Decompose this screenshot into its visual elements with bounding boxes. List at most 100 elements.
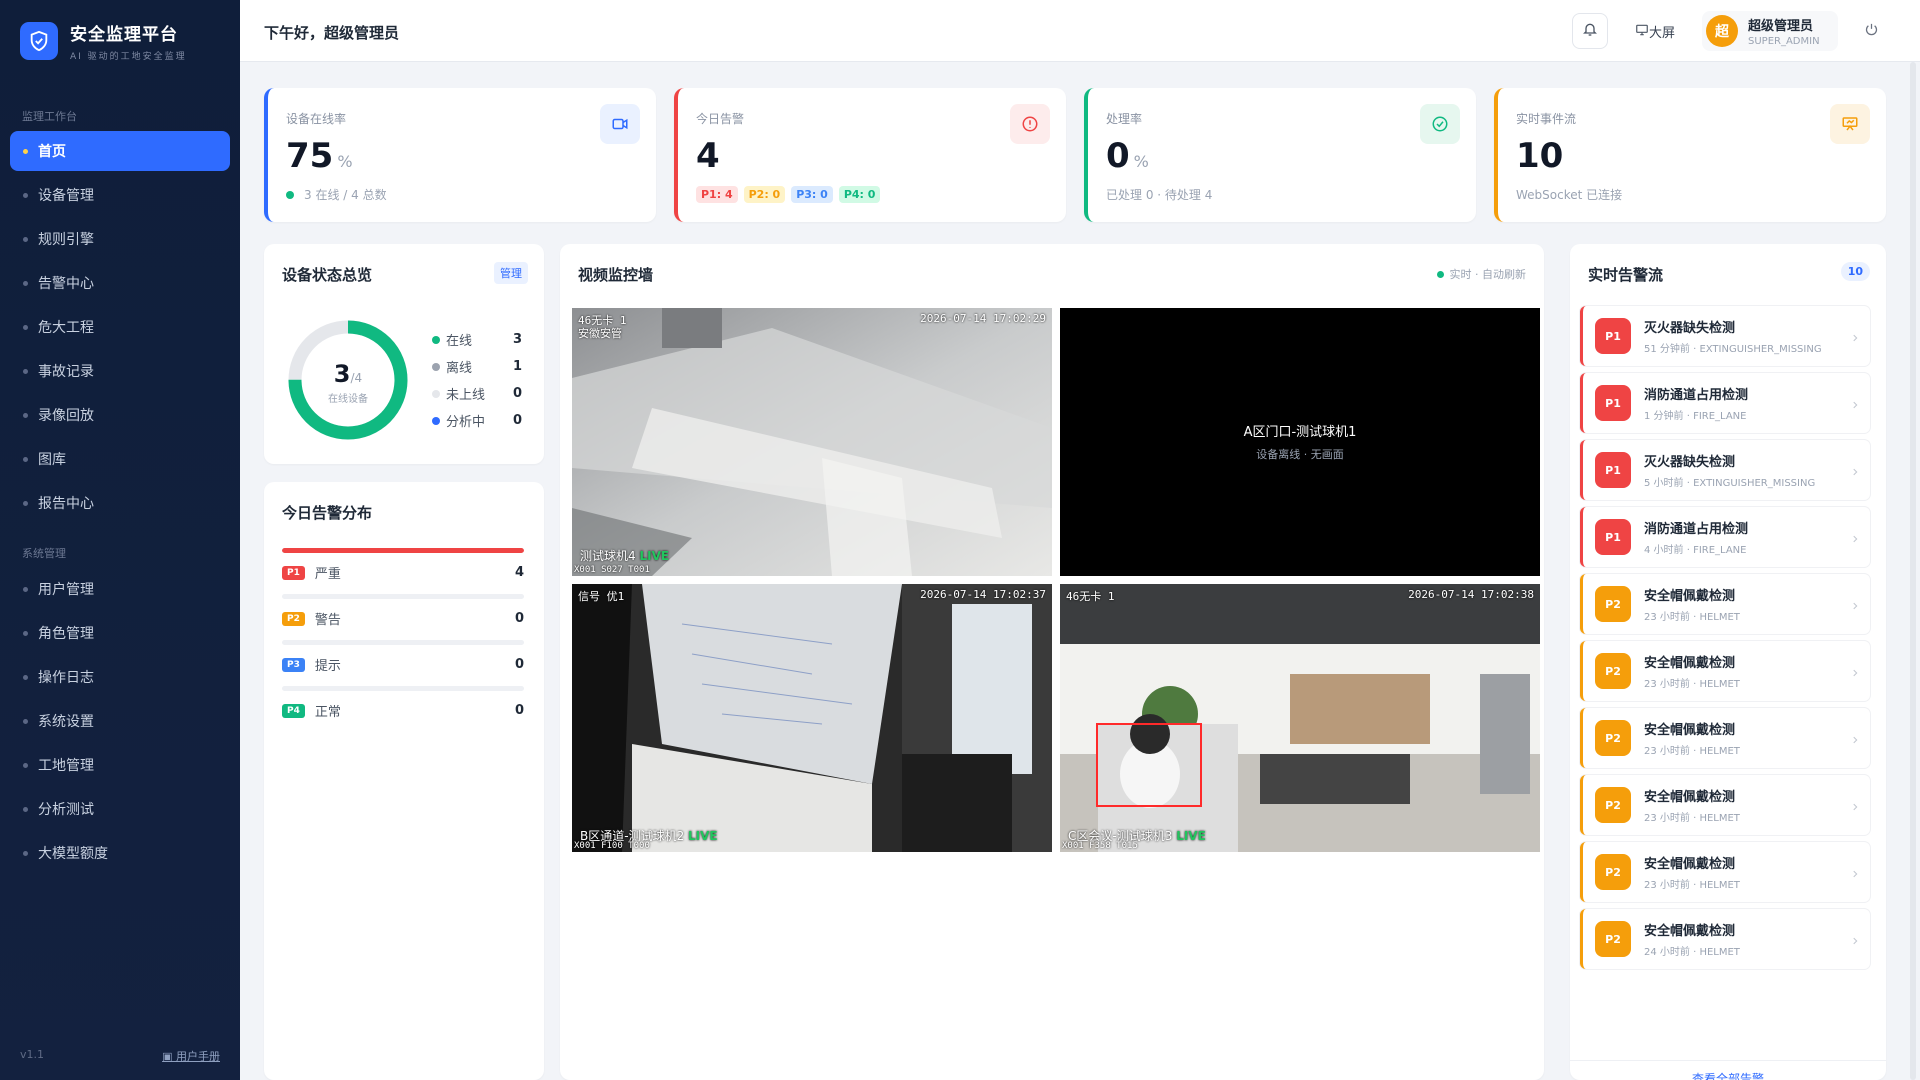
sidebar-item-hazard[interactable]: 危大工程 <box>10 307 230 347</box>
nav-dot-icon <box>23 587 28 592</box>
handle-rate-value: 0 <box>1106 136 1130 176</box>
alert-item[interactable]: P2 安全帽佩戴检测 23 小时前 · HELMET <box>1580 574 1870 634</box>
video-wall-panel: 视频监控墙 实时 · 自动刷新 46无卡 1 安徽安管 2026-07-14 1… <box>560 244 1544 1080</box>
alert-item[interactable]: P2 安全帽佩戴检测 23 小时前 · HELMET <box>1580 842 1870 902</box>
nav-section-workbench: 监理工作台 <box>22 110 77 123</box>
alert-item[interactable]: P2 安全帽佩戴检测 23 小时前 · HELMET <box>1580 641 1870 701</box>
nav-dot-icon <box>23 413 28 418</box>
alert-item[interactable]: P2 安全帽佩戴检测 24 小时前 · HELMET <box>1580 909 1870 969</box>
sidebar-item-alerts[interactable]: 告警中心 <box>10 263 230 303</box>
camera-tile-1[interactable]: 46无卡 1 安徽安管 2026-07-14 17:02:29 测试球机4 LI… <box>572 308 1052 576</box>
book-icon: ▣ <box>162 1050 173 1063</box>
osd-timestamp: 2026-07-14 17:02:38 <box>1408 588 1534 601</box>
chevron-right-icon <box>1850 462 1860 481</box>
bigscreen-button[interactable]: 大屏 <box>1635 22 1675 41</box>
dist-count: 0 <box>514 657 524 672</box>
sidebar-item-devices[interactable]: 设备管理 <box>10 175 230 215</box>
dist-bar-track <box>282 640 524 645</box>
stat-label: 今日告警 <box>696 112 745 126</box>
osd-code: X001 S027 T001 <box>574 565 650 575</box>
panel-title: 设备状态总览 <box>282 266 373 284</box>
chevron-right-icon <box>1850 931 1860 950</box>
dist-row-p2: P2 警告 0 <box>282 594 524 628</box>
priority-badge: P2 <box>1595 720 1631 756</box>
alert-item[interactable]: P2 安全帽佩戴检测 23 小时前 · HELMET <box>1580 775 1870 835</box>
sidebar-item-home[interactable]: 首页 <box>10 131 230 171</box>
alert-title: 灭火器缺失检测 <box>1644 321 1736 336</box>
dist-row-p1: P1 严重 4 <box>282 548 524 582</box>
manage-button[interactable]: 管理 <box>494 262 528 284</box>
legend-online: 在线 3 <box>432 330 522 349</box>
sidebar-item-label: 规则引擎 <box>38 232 94 248</box>
legend-value: 0 <box>512 413 522 428</box>
view-all-alerts-link[interactable]: 查看全部告警 <box>1570 1070 1886 1080</box>
sidebar-item-users[interactable]: 用户管理 <box>10 569 230 609</box>
nav-dot-icon <box>23 369 28 374</box>
alert-meta: 1 分钟前 · FIRE_LANE <box>1644 411 1747 422</box>
sidebar-item-llm-quota[interactable]: 大模型额度 <box>10 833 230 873</box>
alert-meta: 23 小时前 · HELMET <box>1644 612 1740 623</box>
version-label: v1.1 <box>20 1048 45 1061</box>
alert-distribution-panel: 今日告警分布 P1 严重 4 P2 警告 0 P3 提示 0 P4 正常 0 <box>264 482 544 1080</box>
stat-card-online-rate[interactable]: 设备在线率 75% 3 在线 / 4 总数 <box>264 88 656 222</box>
live-badge: LIVE <box>1176 829 1206 843</box>
sidebar-item-accidents[interactable]: 事故记录 <box>10 351 230 391</box>
alert-item[interactable]: P1 灭火器缺失检测 51 分钟前 · EXTINGUISHER_MISSING <box>1580 306 1870 366</box>
osd-code: X001 F100 T000 <box>574 841 650 851</box>
nav-dot-icon <box>23 281 28 286</box>
user-menu[interactable]: 超 超级管理员 SUPER_ADMIN <box>1702 11 1838 51</box>
legend-label: 在线 <box>446 334 473 349</box>
legend-dot-icon <box>432 362 440 371</box>
alert-title: 安全帽佩戴检测 <box>1644 924 1736 939</box>
sidebar-item-settings[interactable]: 系统设置 <box>10 701 230 741</box>
alert-item[interactable]: P1 灭火器缺失检测 5 小时前 · EXTINGUISHER_MISSING <box>1580 440 1870 500</box>
presentation-icon <box>1830 104 1870 144</box>
dist-row-p3: P3 提示 0 <box>282 640 524 674</box>
nav-dot-icon <box>23 237 28 242</box>
live-status: 实时 · 自动刷新 <box>1436 266 1527 282</box>
notification-button[interactable] <box>1572 13 1608 49</box>
stat-card-today-alerts[interactable]: 今日告警 4 P1: 4 P2: 0 P3: 0 P4: 0 <box>674 88 1066 222</box>
alert-item[interactable]: P1 消防通道占用检测 1 分钟前 · FIRE_LANE <box>1580 373 1870 433</box>
sidebar-item-analysis[interactable]: 分析测试 <box>10 789 230 829</box>
sidebar-item-rules[interactable]: 规则引擎 <box>10 219 230 259</box>
priority-tag: P3 <box>282 657 305 672</box>
panel-title: 今日告警分布 <box>282 504 373 522</box>
alert-item[interactable]: P2 安全帽佩戴检测 23 小时前 · HELMET <box>1580 708 1870 768</box>
dist-count: 0 <box>514 703 524 718</box>
stat-card-handle-rate[interactable]: 处理率 0% 已处理 0 · 待处理 4 <box>1084 88 1476 222</box>
alert-title: 安全帽佩戴检测 <box>1644 723 1736 738</box>
alert-item[interactable]: P1 消防通道占用检测 4 小时前 · FIRE_LANE <box>1580 507 1870 567</box>
chevron-right-icon <box>1850 730 1860 749</box>
stat-card-event-stream[interactable]: 实时事件流 10 WebSocket 已连接 <box>1494 88 1886 222</box>
stat-sub: 3 在线 / 4 总数 <box>286 186 387 203</box>
page-scrollbar[interactable] <box>1910 62 1916 1080</box>
sidebar-item-reports[interactable]: 报告中心 <box>10 483 230 523</box>
sidebar-item-label: 报告中心 <box>38 496 94 512</box>
sidebar-item-sites[interactable]: 工地管理 <box>10 745 230 785</box>
live-status-text: 实时 · 自动刷新 <box>1449 268 1527 281</box>
logout-button[interactable] <box>1864 22 1879 41</box>
stat-label: 设备在线率 <box>286 112 347 126</box>
alert-title: 安全帽佩戴检测 <box>1644 790 1736 805</box>
panel-title: 实时告警流 <box>1588 266 1664 284</box>
brand[interactable]: 安全监理平台 AI 驱动的工地安全监理 <box>20 20 187 62</box>
alert-title: 灭火器缺失检测 <box>1644 455 1736 470</box>
sidebar-item-gallery[interactable]: 图库 <box>10 439 230 479</box>
sidebar-item-oplog[interactable]: 操作日志 <box>10 657 230 697</box>
power-icon <box>1864 22 1879 41</box>
user-manual-link[interactable]: ▣ 用户手册 <box>162 1048 220 1064</box>
sidebar-item-label: 设备管理 <box>38 188 94 204</box>
brand-title: 安全监理平台 <box>70 25 178 45</box>
sidebar-item-playback[interactable]: 录像回放 <box>10 395 230 435</box>
camera-tile-3[interactable]: 信号 优1 2026-07-14 17:02:37 B区通道-测试球机2 LIV… <box>572 584 1052 852</box>
camera-tile-2-offline[interactable]: A区门口-测试球机1 设备离线 · 无画面 <box>1060 308 1540 576</box>
sidebar-item-roles[interactable]: 角色管理 <box>10 613 230 653</box>
stat-sub: WebSocket 已连接 <box>1516 188 1623 202</box>
panel-title: 视频监控墙 <box>578 266 654 284</box>
alert-meta: 23 小时前 · HELMET <box>1644 813 1740 824</box>
online-sub-text: 3 在线 / 4 总数 <box>304 188 387 202</box>
osd-top-left: 46无卡 1 <box>1066 590 1115 603</box>
camera-name-label: 测试球机4 LIVE <box>580 547 669 564</box>
camera-tile-4[interactable]: 46无卡 1 2026-07-14 17:02:38 C区会议-测试球机3 LI… <box>1060 584 1540 852</box>
